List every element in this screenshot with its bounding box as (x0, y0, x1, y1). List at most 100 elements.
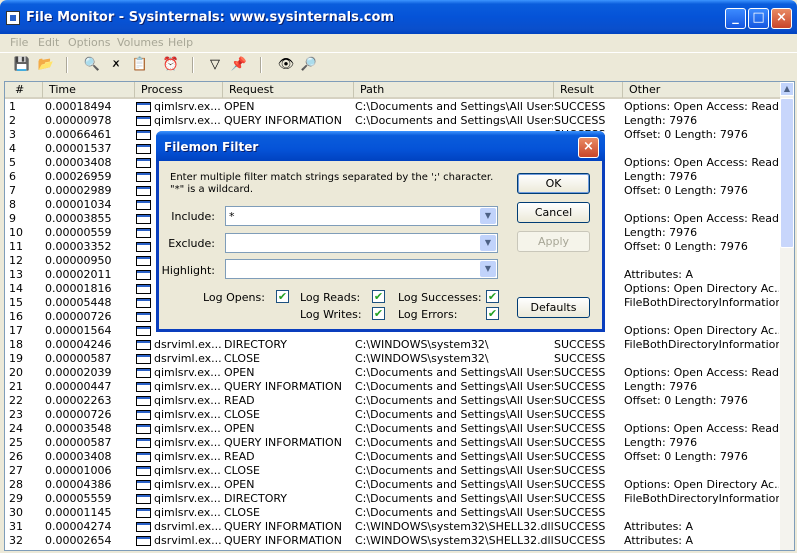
column-header-result[interactable]: Result (554, 82, 623, 98)
column-header-time[interactable]: Time (43, 82, 135, 98)
row-other: Attributes: A (624, 520, 694, 533)
process-icon (136, 172, 151, 182)
minimize-button[interactable]: _ (725, 8, 746, 29)
row-process: qimlsrv.ex... (154, 506, 221, 519)
row-time: 0.00004274 (45, 520, 112, 533)
vertical-scrollbar[interactable]: ▲ (780, 82, 794, 550)
row-number: 4 (9, 142, 16, 155)
highlight-label: Highlight: (161, 264, 215, 277)
filter-icon[interactable]: ▽ (206, 56, 224, 74)
row-time: 0.00000726 (45, 310, 112, 323)
capture-icon[interactable]: 🔍 (83, 56, 101, 74)
jump-icon[interactable]: 🔎 (300, 56, 318, 74)
include-combo[interactable]: * ▼ (225, 206, 498, 226)
defaults-button[interactable]: Defaults (517, 297, 590, 318)
table-row[interactable]: 27 0.00001006 qimlsrv.ex... CLOSE C:\Documen… (5, 464, 780, 478)
apply-button[interactable]: Apply (517, 231, 590, 252)
row-time: 0.00000559 (45, 226, 112, 239)
row-process: qimlsrv.ex... (154, 492, 221, 505)
menu-file[interactable]: File (10, 36, 28, 49)
row-number: 1 (9, 100, 16, 113)
highlight-combo[interactable]: ▼ (225, 259, 498, 279)
row-other (624, 506, 779, 520)
clear-icon[interactable]: 📋 (131, 56, 149, 74)
table-row[interactable]: 29 0.00005559 qimlsrv.ex... DIRECTORY C:\Doc… (5, 492, 780, 506)
table-row[interactable]: 21 0.00000447 qimlsrv.ex... QUERY INFORMATI… (5, 380, 780, 394)
include-dropdown-button[interactable]: ▼ (480, 208, 496, 224)
table-row[interactable]: 19 0.00000587 dsrviml.ex... CLOSE C:\WINDOWS… (5, 352, 780, 366)
exclude-combo[interactable]: ▼ (225, 233, 498, 253)
app-icon[interactable] (6, 11, 20, 25)
table-row[interactable]: 28 0.00004386 qimlsrv.ex... OPEN C:\Document… (5, 478, 780, 492)
process-icon (136, 494, 151, 504)
row-time: 0.00066461 (45, 128, 112, 141)
row-other: Options: Open Directory Ac... (624, 478, 779, 491)
table-row[interactable]: 2 0.00000978 qimlsrv.ex... QUERY INFORMATIO… (5, 114, 780, 128)
table-row[interactable]: 1 0.00018494 qimlsrv.ex... OPEN C:\Documents… (5, 100, 780, 114)
table-row[interactable]: 25 0.00000587 qimlsrv.ex... QUERY INFORMATI… (5, 436, 780, 450)
row-time: 0.00000978 (45, 114, 112, 127)
toolbar-separator (192, 57, 194, 73)
row-other: Options: Open Directory Ac... (624, 324, 779, 337)
dialog-close-button[interactable]: × (578, 137, 599, 158)
row-time: 0.00000447 (45, 380, 112, 393)
title-bar: File Monitor - Sysinternals: www.sysinte… (0, 0, 797, 34)
scroll-up-button[interactable]: ▲ (780, 82, 794, 96)
table-row[interactable]: 32 0.00002654 dsrviml.ex... QUERY INFORMATI… (5, 534, 780, 548)
table-row[interactable]: 20 0.00002039 qimlsrv.ex... OPEN C:\Document… (5, 366, 780, 380)
column-header-other[interactable]: Other (623, 82, 780, 98)
table-row[interactable]: 26 0.00003408 qimlsrv.ex... READ C:\Document… (5, 450, 780, 464)
table-row[interactable]: 31 0.00004274 dsrviml.ex... QUERY INFORMATI… (5, 520, 780, 534)
log-opens-checkbox[interactable]: ✔ (276, 290, 289, 303)
table-row[interactable]: 22 0.00002263 qimlsrv.ex... READ C:\Document… (5, 394, 780, 408)
row-number: 28 (9, 478, 23, 491)
autoscroll-icon[interactable]: 🗶 (107, 56, 125, 74)
exclude-dropdown-button[interactable]: ▼ (480, 235, 496, 251)
log-successes-checkbox[interactable]: ✔ (486, 290, 499, 303)
process-icon (136, 284, 151, 294)
row-path: C:\Documents and Settings\All Users\i... (355, 422, 553, 435)
process-icon (136, 228, 151, 238)
row-result: SUCCESS (554, 380, 606, 393)
close-button[interactable]: × (771, 8, 792, 29)
time-icon[interactable]: ⏰ (162, 56, 180, 74)
row-time: 0.00002654 (45, 534, 112, 547)
log-writes-checkbox[interactable]: ✔ (372, 307, 385, 320)
row-other: Options: Open Access: Read (624, 156, 779, 169)
highlight-icon[interactable]: 📌 (230, 56, 248, 74)
table-row[interactable]: 23 0.00000726 qimlsrv.ex... CLOSE C:\Documen… (5, 408, 780, 422)
save-icon[interactable]: 💾 (13, 56, 31, 74)
menu-help[interactable]: Help (168, 36, 193, 49)
column-header-process[interactable]: Process (135, 82, 223, 98)
log-reads-checkbox[interactable]: ✔ (372, 290, 385, 303)
row-number: 12 (9, 254, 23, 267)
column-header-number[interactable]: # (5, 82, 43, 98)
table-row[interactable]: 30 0.00001145 qimlsrv.ex... CLOSE C:\Documen… (5, 506, 780, 520)
table-row[interactable]: 24 0.00003548 qimlsrv.ex... OPEN C:\Document… (5, 422, 780, 436)
table-row[interactable]: 18 0.00004246 dsrviml.ex... DIRECTORY C:\WIN… (5, 338, 780, 352)
row-other: Length: 7976 (624, 380, 698, 393)
row-request: DIRECTORY (224, 338, 288, 351)
row-time: 0.00003548 (45, 422, 112, 435)
cancel-button[interactable]: Cancel (517, 202, 590, 223)
row-request: READ (224, 450, 255, 463)
column-header-request[interactable]: Request (223, 82, 354, 98)
row-time: 0.00002989 (45, 184, 112, 197)
highlight-dropdown-button[interactable]: ▼ (480, 261, 496, 277)
row-path: C:\Documents and Settings\All Users\i... (355, 394, 553, 407)
row-time: 0.00004386 (45, 478, 112, 491)
find-icon[interactable]: 👁 (277, 56, 295, 74)
menu-options[interactable]: Options (68, 36, 110, 49)
row-result: SUCCESS (554, 436, 606, 449)
log-errors-checkbox[interactable]: ✔ (486, 307, 499, 320)
scroll-thumb[interactable] (780, 98, 794, 248)
row-time: 0.00001564 (45, 324, 112, 337)
row-process: qimlsrv.ex... (154, 380, 221, 393)
ok-button[interactable]: OK (517, 173, 590, 194)
maximize-button[interactable]: □ (748, 8, 769, 29)
column-header-path[interactable]: Path (354, 82, 554, 98)
menu-volumes[interactable]: Volumes (117, 36, 164, 49)
row-number: 11 (9, 240, 23, 253)
open-icon[interactable]: 📂 (37, 56, 55, 74)
menu-edit[interactable]: Edit (38, 36, 59, 49)
